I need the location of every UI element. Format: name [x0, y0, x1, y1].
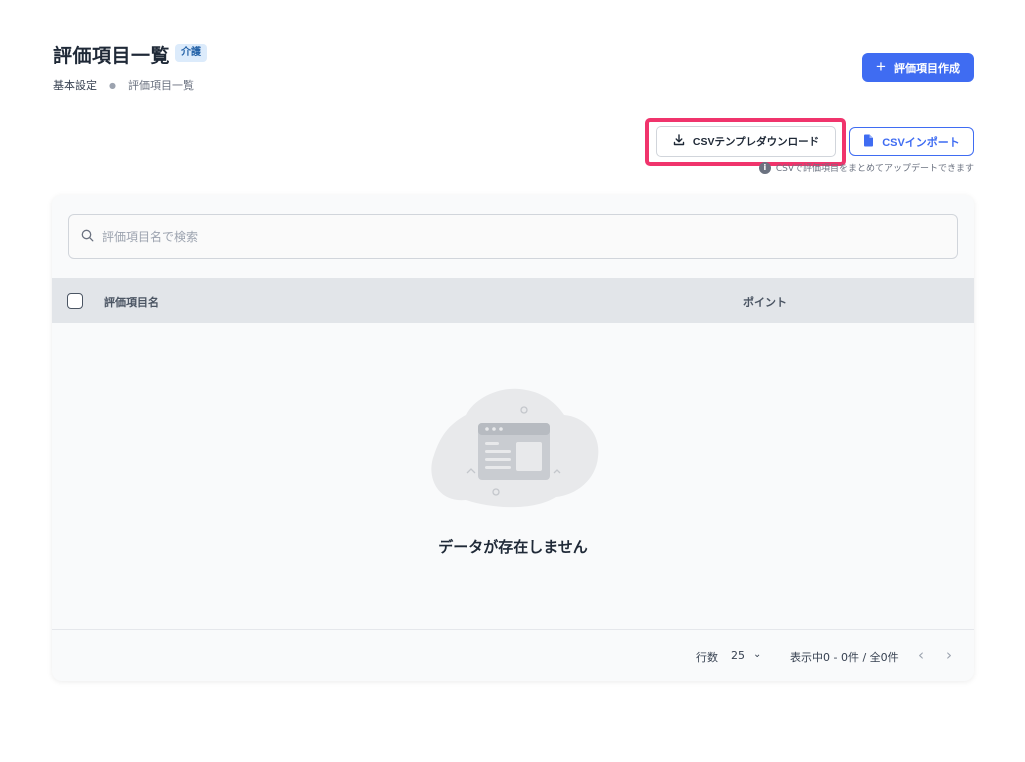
csv-note: i CSVで評価項目をまとめてアップデートできます — [758, 161, 974, 174]
table-footer: 行数 25 ⌄ 表示中0 - 0件 / 全0件 ‹ › — [52, 629, 974, 681]
plus-icon: + — [876, 57, 886, 76]
previous-page-icon[interactable]: ‹ — [918, 646, 924, 664]
csv-import-label: CSVインポート — [882, 136, 960, 149]
search-input[interactable]: 評価項目名で検索 — [68, 214, 958, 259]
rows-per-page-select[interactable]: 25 — [731, 649, 745, 662]
info-icon: i — [758, 161, 771, 174]
create-item-label: 評価項目作成 — [893, 62, 960, 75]
search-icon — [81, 227, 94, 246]
breadcrumb-root[interactable]: 基本設定 — [53, 77, 97, 93]
csv-note-text: CSVで評価項目をまとめてアップデートできます — [775, 164, 974, 174]
search-placeholder: 評価項目名で検索 — [102, 230, 199, 244]
next-page-icon[interactable]: › — [946, 646, 952, 664]
chevron-down-icon[interactable]: ⌄ — [753, 649, 761, 660]
breadcrumb-separator-icon: ● — [109, 80, 116, 90]
items-table-card: 評価項目名で検索 評価項目名 ポイント データが存在しません 行数 25 ⌄ 表… — [52, 195, 974, 681]
page-title: 評価項目一覧 — [53, 45, 171, 67]
select-all-checkbox[interactable] — [67, 293, 83, 309]
create-item-button[interactable]: + 評価項目作成 — [862, 53, 974, 82]
column-header-point[interactable]: ポイント — [743, 294, 787, 310]
empty-message: データが存在しません — [438, 538, 588, 556]
csv-import-button[interactable]: CSVインポート — [849, 127, 974, 156]
column-header-name[interactable]: 評価項目名 — [104, 294, 159, 310]
breadcrumb-current: 評価項目一覧 — [127, 79, 194, 92]
file-icon — [863, 134, 874, 150]
csv-template-download-button[interactable]: CSVテンプレダウンロード — [656, 126, 836, 157]
table-header: 評価項目名 ポイント — [52, 278, 974, 323]
download-icon — [673, 134, 685, 149]
csv-template-download-label: CSVテンプレダウンロード — [692, 136, 820, 148]
rows-per-page-label: 行数 — [696, 651, 718, 664]
pagination-range: 表示中0 - 0件 / 全0件 — [790, 651, 899, 664]
service-badge: 介護 — [175, 44, 207, 62]
breadcrumb: 基本設定 ● 評価項目一覧 — [53, 77, 194, 93]
empty-state-icon — [426, 385, 602, 515]
